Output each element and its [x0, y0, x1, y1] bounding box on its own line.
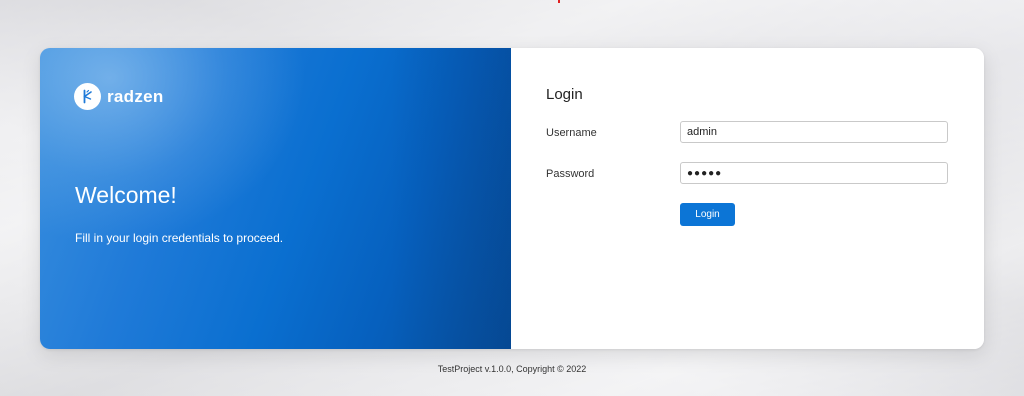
form-title: Login: [546, 86, 583, 103]
username-input[interactable]: [680, 121, 948, 143]
radzen-logo-icon: [74, 83, 101, 110]
footer-copyright: TestProject v.1.0.0, Copyright © 2022: [437, 364, 587, 374]
login-button[interactable]: Login: [680, 203, 735, 226]
login-form: Login Username Password Login: [511, 48, 984, 349]
username-label: Username: [546, 127, 597, 139]
hero-shade: [391, 48, 511, 349]
password-input[interactable]: [680, 162, 948, 184]
decorative-dot: [558, 0, 560, 3]
login-card: radzen Welcome! Fill in your login crede…: [40, 48, 984, 349]
brand-name: radzen: [107, 86, 164, 106]
brand-logo: radzen: [74, 83, 164, 110]
welcome-panel: radzen Welcome! Fill in your login crede…: [40, 48, 511, 349]
password-label: Password: [546, 168, 595, 180]
welcome-subtitle: Fill in your login credentials to procee…: [75, 231, 284, 245]
welcome-heading: Welcome!: [75, 182, 177, 208]
